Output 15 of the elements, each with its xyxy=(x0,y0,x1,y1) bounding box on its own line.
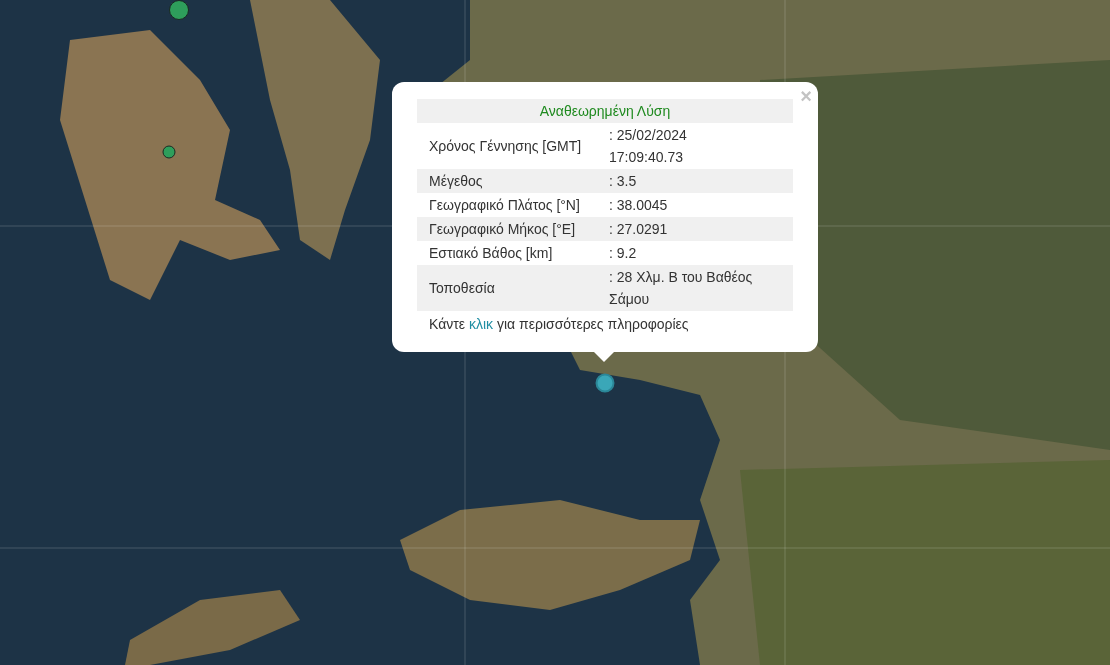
field-label: Γεωγραφικό Μήκος [°E] xyxy=(417,217,605,241)
more-info-text: Κάντε κλικ για περισσότερες πληροφορίες xyxy=(428,315,690,333)
field-label: Εστιακό Βάθος [km] xyxy=(417,241,605,265)
more-info-link[interactable]: κλικ xyxy=(468,316,494,332)
field-label: Μέγεθος xyxy=(417,169,605,193)
field-value: : 28 Χλμ. Β του Βαθέος Σάμου xyxy=(605,265,793,311)
field-value: : 9.2 xyxy=(605,241,793,265)
field-value: : 27.0291 xyxy=(605,217,793,241)
field-value: : 3.5 xyxy=(605,169,793,193)
field-label: Χρόνος Γέννησης [GMT] xyxy=(417,123,605,169)
field-value: : 38.0045 xyxy=(605,193,793,217)
field-label: Τοποθεσία xyxy=(417,265,605,311)
field-label: Γεωγραφικό Πλάτος [°N] xyxy=(417,193,605,217)
field-value: : 25/02/2024 17:09:40.73 xyxy=(605,123,793,169)
popup-title: Αναθεωρημένη Λύση xyxy=(417,99,793,123)
